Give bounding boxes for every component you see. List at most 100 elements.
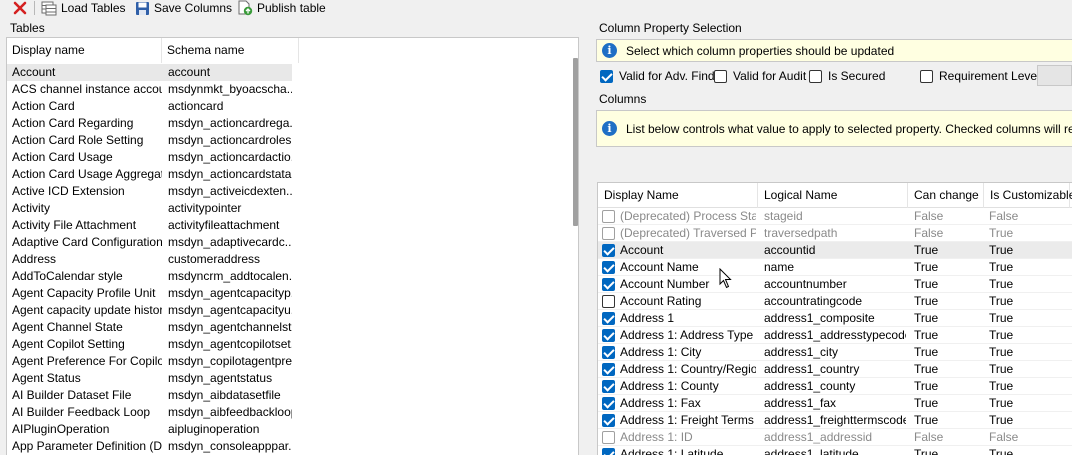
column-row[interactable]: Account Name name True True <box>598 259 1072 276</box>
columns-grid[interactable]: Display Name Logical Name Can change Is … <box>597 182 1072 455</box>
column-row[interactable]: Address 1: Freight Terms address1_freight… <box>598 412 1072 429</box>
column-display-name: Address 1: Latitude <box>620 447 724 455</box>
column-display-name: Account Number <box>620 277 710 291</box>
column-row[interactable]: Address 1: City address1_city True True <box>598 344 1072 361</box>
column-row[interactable]: Address 1: Latitude address1_latitude True… <box>598 446 1072 455</box>
table-schema-name: msdyn_agentcapacityp... <box>168 286 292 300</box>
column-logical-name: stageid <box>764 209 803 223</box>
table-row[interactable]: Address customeraddress <box>7 251 567 268</box>
column-checkbox[interactable] <box>602 397 615 410</box>
table-row[interactable]: Agent Channel State msdyn_agentchannelst.… <box>7 319 567 336</box>
column-display-name: Account Name <box>620 260 699 274</box>
table-row[interactable]: App Parameter Definition (De... msdyn_con… <box>7 438 567 455</box>
column-row[interactable]: Address 1: Address Type address1_addresst… <box>598 327 1072 344</box>
table-row[interactable]: AI Builder Dataset File msdyn_aibdatasetf… <box>7 387 567 404</box>
column-can-change: True <box>914 379 939 393</box>
table-display-name: Agent Copilot Setting <box>12 337 125 351</box>
checkbox[interactable] <box>920 69 933 83</box>
column-checkbox[interactable] <box>602 227 615 240</box>
column-checkbox[interactable] <box>602 210 615 223</box>
option-valid-audit[interactable]: Valid for Audit <box>714 69 806 83</box>
table-display-name: Action Card Usage Aggregati... <box>12 167 162 181</box>
scrollbar-thumb[interactable] <box>573 58 578 226</box>
logical-name-column-header[interactable]: Logical Name <box>758 183 908 208</box>
tables-list[interactable]: Display name Schema name Account account A… <box>6 37 579 455</box>
table-schema-name: msdyn_actioncardactio... <box>168 150 292 164</box>
publish-table-button[interactable]: Publish table <box>237 0 326 16</box>
column-checkbox[interactable] <box>602 261 615 274</box>
column-checkbox[interactable] <box>602 431 615 444</box>
column-can-change: True <box>914 311 939 325</box>
table-row[interactable]: Action Card Role Setting msdyn_actioncard… <box>7 132 567 149</box>
table-display-name: Activity <box>12 201 51 215</box>
table-row[interactable]: AIPluginOperation aipluginoperation <box>7 421 567 438</box>
option-is-secured[interactable]: Is Secured <box>809 69 885 83</box>
column-row[interactable]: Account Rating accountratingcode True True <box>598 293 1072 310</box>
checkbox[interactable] <box>809 69 822 83</box>
option-valid-adv-find[interactable]: Valid for Adv. Find <box>600 69 715 83</box>
table-row[interactable]: Activity activitypointer <box>7 200 567 217</box>
column-display-name: Address 1: County <box>620 379 719 393</box>
can-change-column-header[interactable]: Can change <box>908 183 984 208</box>
table-schema-name: msdyn_aibfeedbackloop <box>168 405 292 419</box>
column-is-customizable: True <box>989 413 1014 427</box>
column-logical-name: address1_freighttermscode <box>764 413 906 427</box>
checkbox[interactable] <box>714 69 727 83</box>
requirement-level-select[interactable] <box>1037 65 1072 86</box>
tables-scrollbar[interactable] <box>573 38 578 455</box>
save-icon <box>136 1 149 15</box>
table-display-name: Action Card Role Setting <box>12 133 144 147</box>
load-tables-button[interactable]: Load Tables <box>41 0 126 16</box>
table-display-name: AddToCalendar style <box>12 269 123 283</box>
table-row[interactable]: Agent capacity update history msdyn_agent… <box>7 302 567 319</box>
column-row[interactable]: Address 1: Country/Region address1_countr… <box>598 361 1072 378</box>
column-row[interactable]: Account accountid True True <box>598 242 1072 259</box>
table-row[interactable]: ACS channel instance account msdynmkt_byo… <box>7 81 567 98</box>
column-can-change: True <box>914 260 939 274</box>
table-row[interactable]: Agent Capacity Profile Unit msdyn_agentca… <box>7 285 567 302</box>
column-row[interactable]: Account Number accountnumber True True <box>598 276 1072 293</box>
column-row[interactable]: Address 1: ID address1_addressid False Fals… <box>598 429 1072 446</box>
table-row[interactable]: Agent Status msdyn_agentstatus <box>7 370 567 387</box>
display-name-column-header[interactable]: Display Name <box>598 183 758 208</box>
display-name-header[interactable]: Display name <box>7 38 162 63</box>
column-checkbox[interactable] <box>602 346 615 359</box>
table-schema-name: customeraddress <box>168 252 261 266</box>
column-checkbox[interactable] <box>602 312 615 325</box>
schema-name-header[interactable]: Schema name <box>162 38 299 63</box>
table-display-name: Activity File Attachment <box>12 218 137 232</box>
table-row[interactable]: AddToCalendar style msdyncrm_addtocalen..… <box>7 268 567 285</box>
table-display-name: Agent Status <box>12 371 81 385</box>
column-row[interactable]: Address 1: County address1_county True True <box>598 378 1072 395</box>
table-row[interactable]: Account account <box>7 64 292 81</box>
table-row[interactable]: AI Builder Feedback Loop msdyn_aibfeedbac… <box>7 404 567 421</box>
column-row[interactable]: Address 1 address1_composite True True <box>598 310 1072 327</box>
table-row[interactable]: Adaptive Card Configuration msdyn_adaptiv… <box>7 234 567 251</box>
close-button[interactable] <box>13 0 27 16</box>
column-checkbox[interactable] <box>602 448 615 455</box>
table-row[interactable]: Activity File Attachment activityfileatta… <box>7 217 567 234</box>
table-row[interactable]: Action Card Usage Aggregati... msdyn_acti… <box>7 166 567 183</box>
option-requirement-level[interactable]: Requirement Level <box>920 69 1040 83</box>
column-checkbox[interactable] <box>602 363 615 376</box>
column-row[interactable]: (Deprecated) Process Stage stageid False Fa… <box>598 208 1072 225</box>
column-checkbox[interactable] <box>602 380 615 393</box>
column-checkbox[interactable] <box>602 295 615 308</box>
column-checkbox[interactable] <box>602 329 615 342</box>
column-row[interactable]: Address 1: Fax address1_fax True True <box>598 395 1072 412</box>
table-row[interactable]: Agent Copilot Setting msdyn_agentcopilots… <box>7 336 567 353</box>
table-row[interactable]: Action Card Usage msdyn_actioncardactio..… <box>7 149 567 166</box>
column-logical-name: address1_city <box>764 345 839 359</box>
table-row[interactable]: Active ICD Extension msdyn_activeicdexten… <box>7 183 567 200</box>
column-row[interactable]: (Deprecated) Traversed P... traversedpath… <box>598 225 1072 242</box>
table-display-name: AI Builder Feedback Loop <box>12 405 151 419</box>
checkbox[interactable] <box>600 69 613 83</box>
table-row[interactable]: Agent Preference For Copilot msdyn_copilo… <box>7 353 567 370</box>
table-row[interactable]: Action Card actioncard <box>7 98 567 115</box>
column-checkbox[interactable] <box>602 414 615 427</box>
column-checkbox[interactable] <box>602 244 615 257</box>
column-checkbox[interactable] <box>602 278 615 291</box>
save-columns-button[interactable]: Save Columns <box>135 0 232 16</box>
table-row[interactable]: Action Card Regarding msdyn_actioncardreg… <box>7 115 567 132</box>
is-customizable-column-header[interactable]: Is Customizable <box>984 183 1072 208</box>
